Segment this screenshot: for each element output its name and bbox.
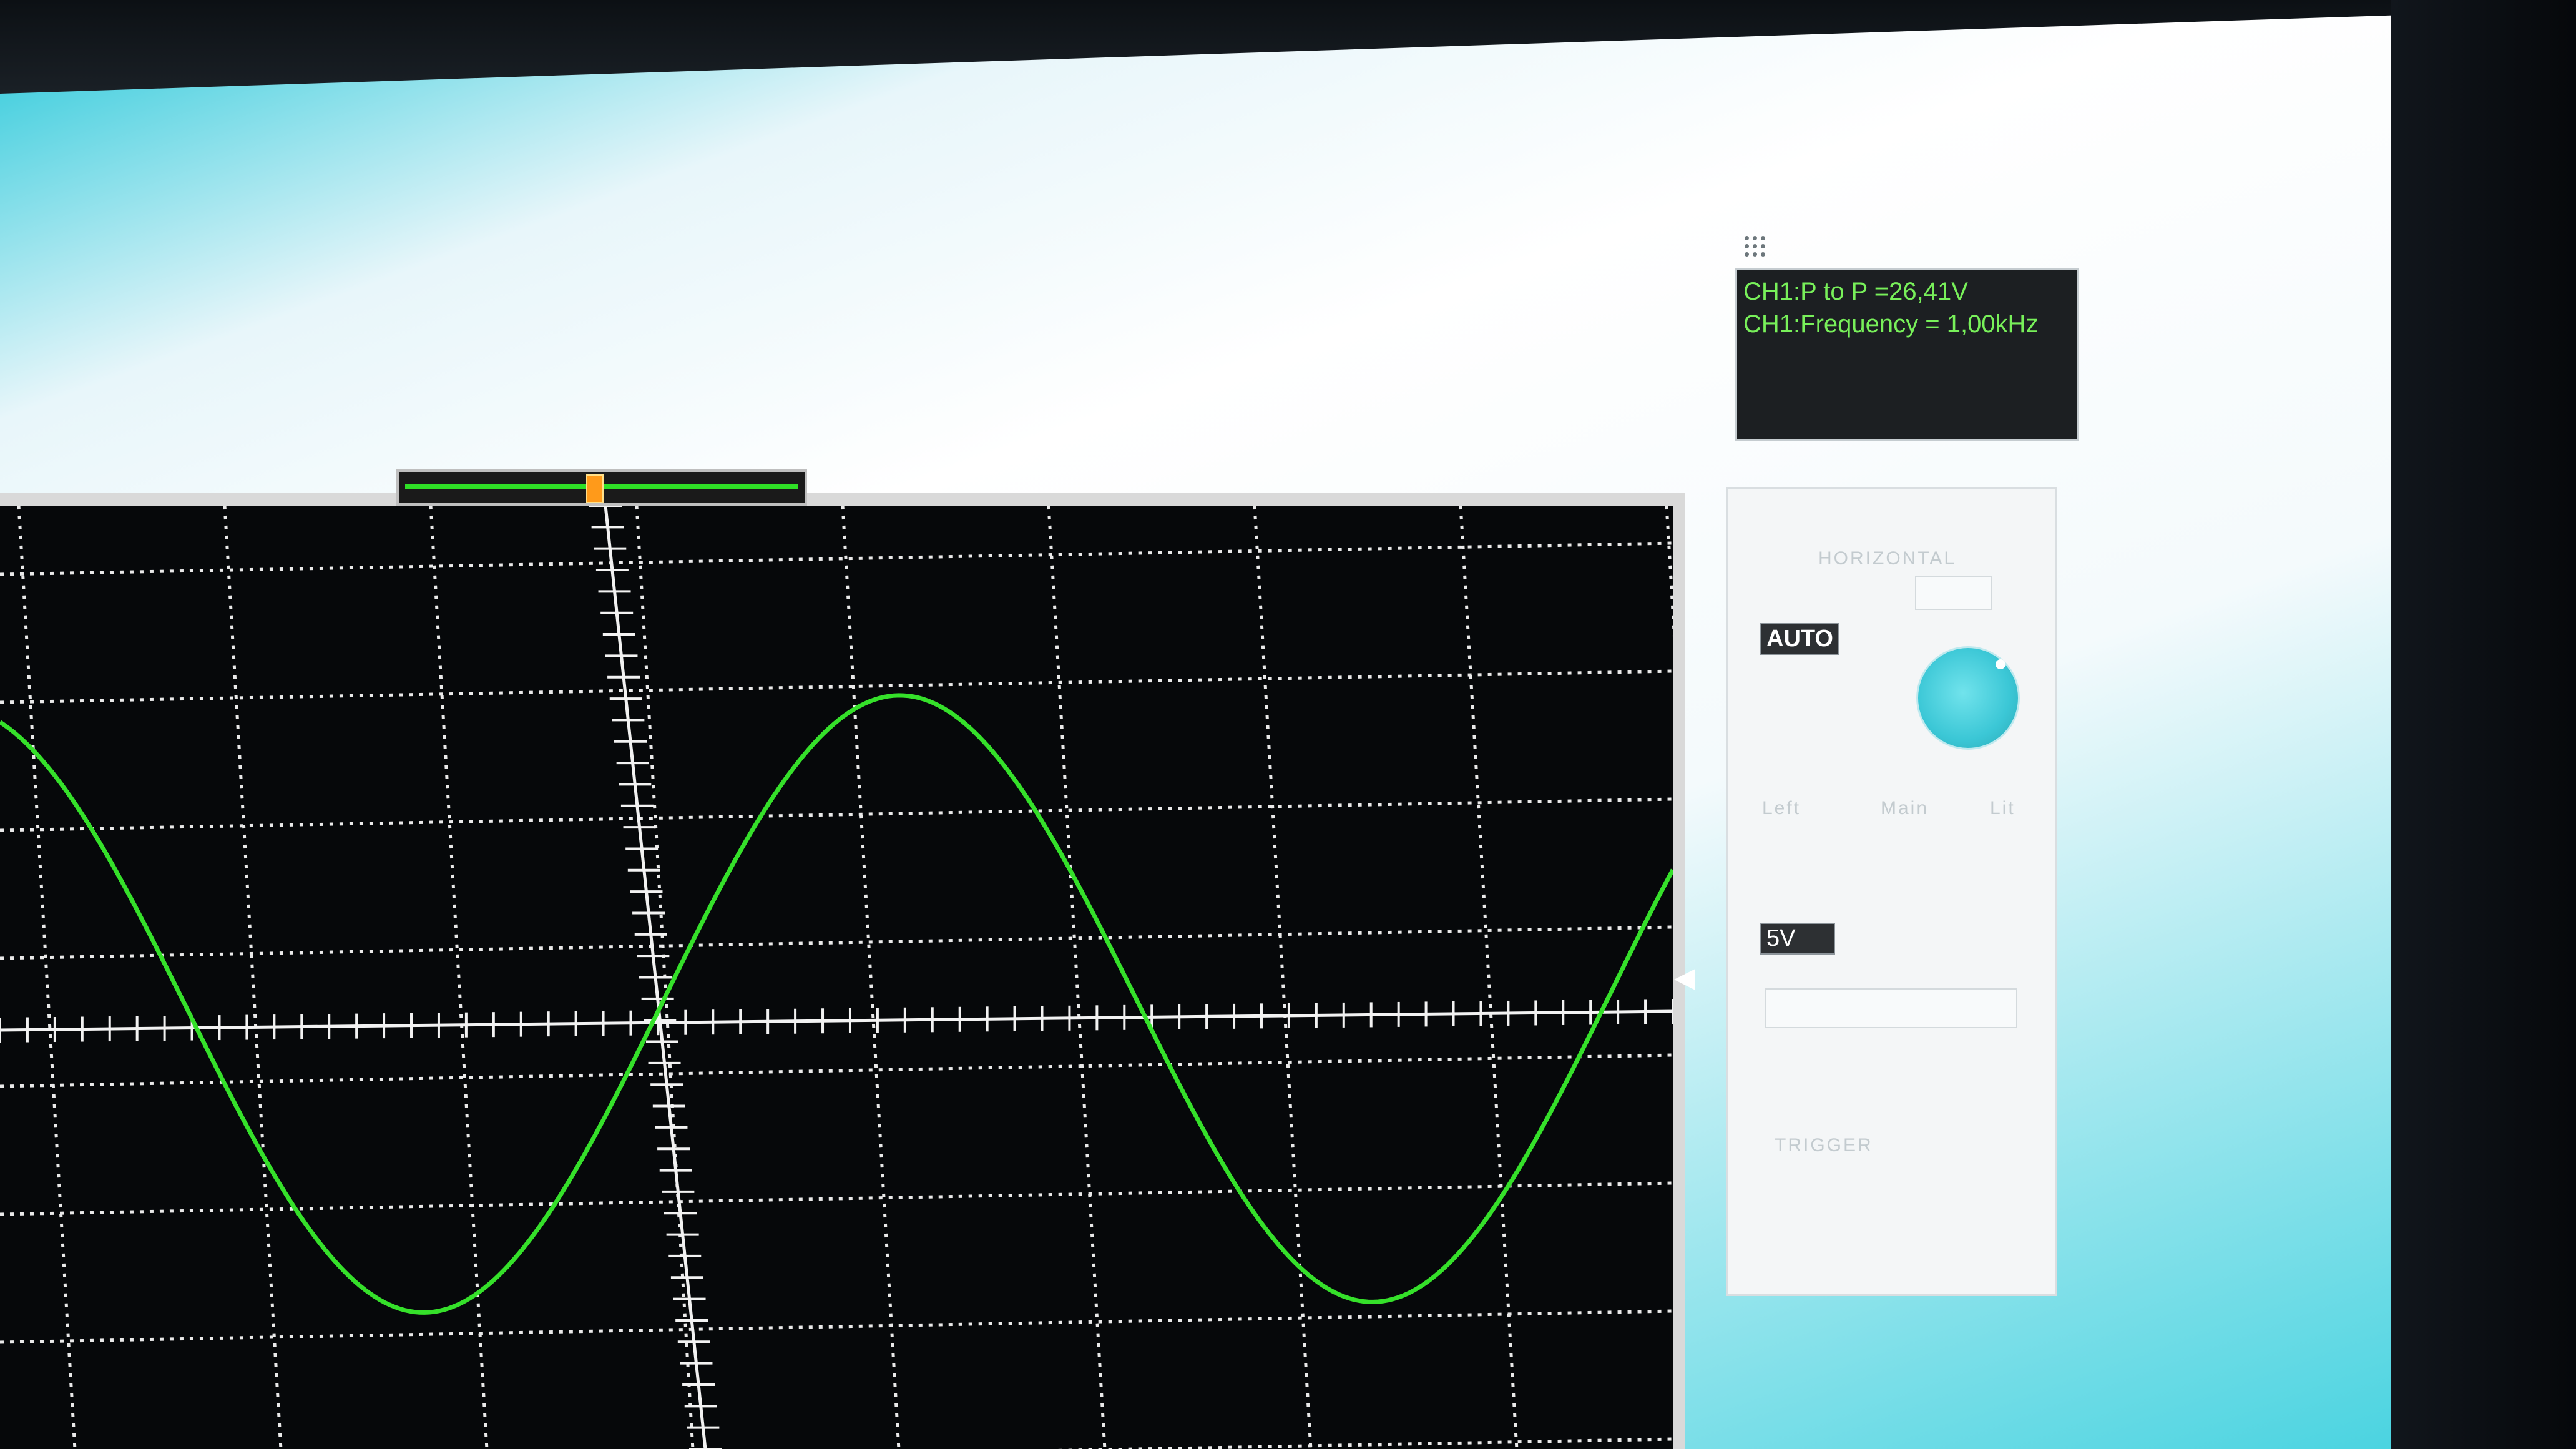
- trigger-label: TRIGGER: [1775, 1135, 1873, 1156]
- monitor-bezel-right: [2391, 0, 2576, 1449]
- scope-background: [0, 506, 1673, 1449]
- toolbar-strip: [0, 325, 1685, 381]
- knob-indicator: [1996, 659, 2005, 669]
- volts-div-badge[interactable]: 5V: [1760, 923, 1835, 955]
- horizontal-scale-knob[interactable]: [1916, 646, 2020, 750]
- oscilloscope-display: [0, 506, 1673, 1449]
- mode-left-label[interactable]: Left: [1762, 798, 1801, 819]
- vertical-offset-box[interactable]: [1765, 988, 2017, 1028]
- measure-p2p: CH1:P to P =26,41V: [1743, 278, 1968, 305]
- control-panel: HORIZONTAL Left Main Lit TRIGGER: [1726, 487, 2057, 1296]
- auto-button[interactable]: AUTO: [1760, 623, 1839, 655]
- measure-frequency: CH1:Frequency = 1,00kHz: [1743, 310, 2039, 338]
- mode-main-label[interactable]: Main: [1881, 798, 1929, 819]
- horizontal-label: HORIZONTAL: [1818, 548, 1957, 569]
- measurement-panel: CH1:P to P =26,41V CH1:Frequency = 1,00k…: [1735, 268, 2079, 441]
- slider-thumb[interactable]: [586, 474, 604, 503]
- mode-right-label[interactable]: Lit: [1990, 798, 2015, 819]
- time-scroll-slider[interactable]: [396, 469, 807, 506]
- horizontal-value-box[interactable]: [1915, 576, 1992, 610]
- grip-icon[interactable]: [1743, 234, 1768, 259]
